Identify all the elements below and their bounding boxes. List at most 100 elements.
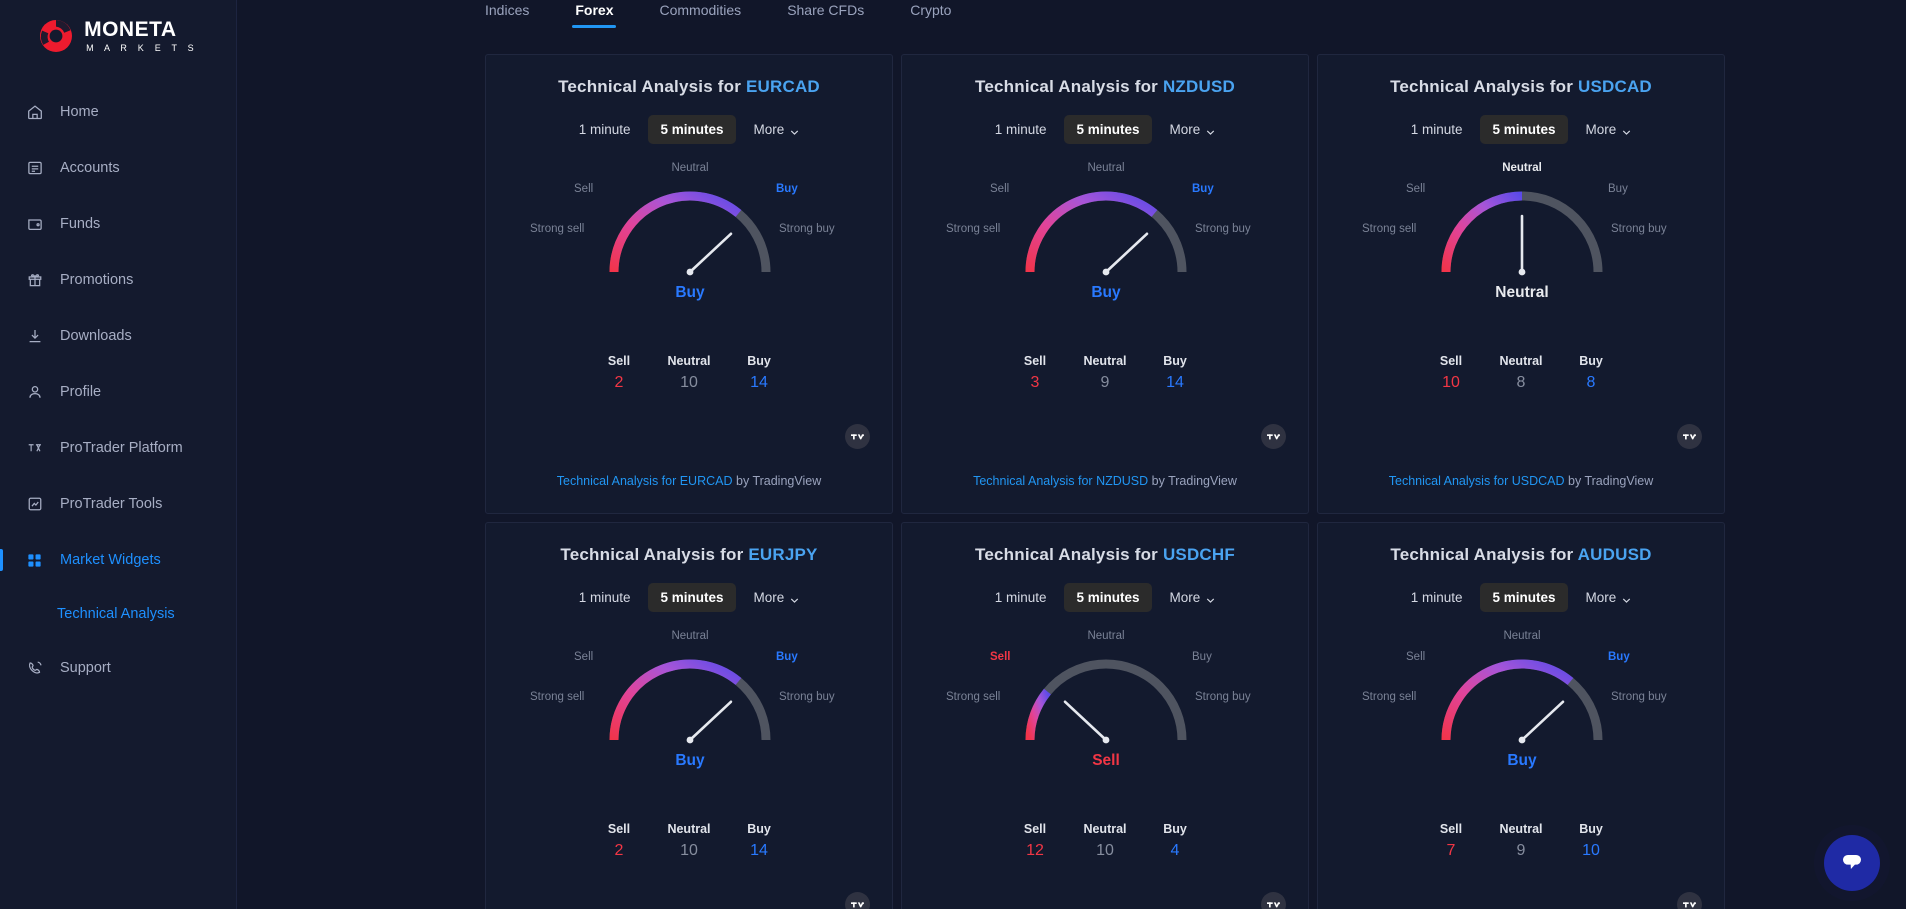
interval-5-minutes[interactable]: 5 minutes (648, 583, 736, 612)
gauge-label-strong-sell: Strong sell (946, 223, 1001, 235)
technical-analysis-card: Technical Analysis for EURJPY 1 minute 5… (485, 522, 893, 909)
tab-crypto[interactable]: Crypto (887, 0, 974, 28)
chevron-down-icon (1206, 593, 1215, 603)
brand-subtitle: M A R K E T S (86, 43, 198, 53)
sidebar-item-label: Accounts (60, 160, 120, 176)
count-neutral-value: 9 (1100, 374, 1110, 391)
interval-more-dropdown[interactable]: More (1158, 115, 1228, 144)
card-footer-link[interactable]: Technical Analysis for EURCAD (557, 474, 733, 488)
gauge-needle (688, 232, 733, 274)
interval-1-minute[interactable]: 1 minute (983, 115, 1059, 144)
sidebar-item-promotions[interactable]: Promotions (0, 252, 236, 308)
count-sell: Sell 10 (1416, 354, 1486, 392)
interval-more-dropdown[interactable]: More (1574, 115, 1644, 144)
brand-logo[interactable]: MONETA M A R K E T S (0, 0, 236, 62)
gauge-hub (1518, 736, 1526, 744)
interval-more-dropdown[interactable]: More (1158, 583, 1228, 612)
interval-5-minutes[interactable]: 5 minutes (648, 115, 736, 144)
interval-5-minutes[interactable]: 5 minutes (1480, 583, 1568, 612)
sidebar-item-profile[interactable]: Profile (0, 364, 236, 420)
count-buy-label: Buy (747, 822, 771, 836)
count-sell-value: 3 (1030, 374, 1040, 391)
sidebar-item-accounts[interactable]: Accounts (0, 140, 236, 196)
gauge-label-sell: Sell (1406, 183, 1426, 195)
gauge-label-strong-sell: Strong sell (946, 691, 1001, 703)
interval-more-dropdown[interactable]: More (742, 583, 812, 612)
count-neutral-label: Neutral (1499, 354, 1543, 368)
interval-selector: 1 minute 5 minutes More (902, 115, 1308, 144)
count-sell-value: 7 (1446, 842, 1456, 859)
sentiment-gauge: Neutral Sell Buy Strong sell Strong buy … (486, 622, 894, 792)
gauge-hub (1518, 268, 1526, 276)
interval-5-minutes[interactable]: 5 minutes (1064, 115, 1152, 144)
interval-1-minute[interactable]: 1 minute (1399, 583, 1475, 612)
count-buy-label: Buy (1579, 822, 1603, 836)
interval-1-minute[interactable]: 1 minute (567, 583, 643, 612)
chat-support-button[interactable] (1824, 835, 1880, 891)
gauge-label-neutral: Neutral (1503, 630, 1541, 642)
tab-commodities[interactable]: Commodities (636, 0, 764, 28)
sidebar-item-downloads[interactable]: Downloads (0, 308, 236, 364)
card-title-prefix: Technical Analysis for (975, 77, 1158, 96)
card-symbol: EURJPY (748, 545, 818, 564)
sidebar-item-label: Downloads (60, 328, 132, 344)
gauge-hub (1102, 736, 1110, 744)
sentiment-gauge: Neutral Sell Buy Strong sell Strong buy … (486, 154, 894, 324)
sidebar-item-market-widgets[interactable]: Market Widgets (0, 532, 236, 588)
gauge-verdict: Buy (1507, 752, 1537, 769)
card-title-prefix: Technical Analysis for (558, 77, 742, 96)
sidebar-item-support[interactable]: Support (0, 640, 236, 696)
sidebar-item-label: Support (60, 660, 111, 676)
support-icon (25, 659, 44, 678)
count-sell: Sell 3 (1000, 354, 1070, 392)
tab-share-cfds[interactable]: Share CFDs (764, 0, 887, 28)
sidebar-item-protrader-platform[interactable]: ProTrader Platform (0, 420, 236, 476)
card-footer-suffix: by TradingView (736, 474, 822, 488)
count-sell: Sell 12 (1000, 822, 1070, 860)
sidebar-item-funds[interactable]: Funds (0, 196, 236, 252)
interval-5-minutes[interactable]: 5 minutes (1480, 115, 1568, 144)
interval-selector: 1 minute 5 minutes More (902, 583, 1308, 612)
count-neutral: Neutral 10 (654, 822, 724, 860)
gauge-label-buy: Buy (1192, 183, 1214, 195)
card-title-prefix: Technical Analysis for (560, 545, 744, 564)
card-footer-link[interactable]: Technical Analysis for USDCAD (1389, 474, 1565, 488)
platform-icon (25, 439, 44, 458)
count-neutral-label: Neutral (1499, 822, 1543, 836)
interval-1-minute[interactable]: 1 minute (1399, 115, 1475, 144)
technical-analysis-card: Technical Analysis for USDCAD 1 minute 5… (1317, 54, 1725, 514)
interval-1-minute[interactable]: 1 minute (567, 115, 643, 144)
more-label: More (1585, 122, 1617, 137)
gauge-label-sell: Sell (574, 183, 594, 195)
count-sell: Sell 2 (584, 822, 654, 860)
gauge-label-buy: Buy (1192, 651, 1212, 663)
brand-name: MONETA (84, 18, 177, 41)
count-buy: Buy 4 (1140, 822, 1210, 860)
tools-icon (25, 495, 44, 514)
gauge-hub (1102, 268, 1110, 276)
tab-forex[interactable]: Forex (552, 0, 636, 28)
interval-1-minute[interactable]: 1 minute (983, 583, 1059, 612)
count-neutral-value: 8 (1516, 374, 1526, 391)
card-footer-link[interactable]: Technical Analysis for NZDUSD (973, 474, 1148, 488)
interval-more-dropdown[interactable]: More (1574, 583, 1644, 612)
gauge-label-sell: Sell (1406, 651, 1426, 663)
count-sell-label: Sell (1439, 822, 1463, 836)
signal-counts: Sell 10 Neutral 8 Buy 8 (1318, 354, 1724, 392)
tab-indices[interactable]: Indices (462, 0, 552, 28)
signal-counts: Sell 12 Neutral 10 Buy 4 (902, 822, 1308, 860)
gauge-label-strong-buy: Strong buy (1611, 223, 1667, 235)
gauge-label-neutral: Neutral (671, 630, 709, 642)
interval-more-dropdown[interactable]: More (742, 115, 812, 144)
sidebar-item-protrader-tools[interactable]: ProTrader Tools (0, 476, 236, 532)
interval-selector: 1 minute 5 minutes More (1318, 583, 1724, 612)
sidebar-subitem-technical-analysis[interactable]: Technical Analysis (0, 588, 236, 640)
count-neutral: Neutral 10 (1070, 822, 1140, 860)
count-neutral: Neutral 8 (1486, 354, 1556, 392)
interval-5-minutes[interactable]: 5 minutes (1064, 583, 1152, 612)
sidebar-item-home[interactable]: Home (0, 84, 236, 140)
sentiment-gauge: Neutral Sell Buy Strong sell Strong buy … (1318, 154, 1726, 324)
home-icon (25, 103, 44, 122)
widget-grid: Technical Analysis for EURCAD 1 minute 5… (237, 40, 1906, 909)
count-neutral: Neutral 9 (1486, 822, 1556, 860)
